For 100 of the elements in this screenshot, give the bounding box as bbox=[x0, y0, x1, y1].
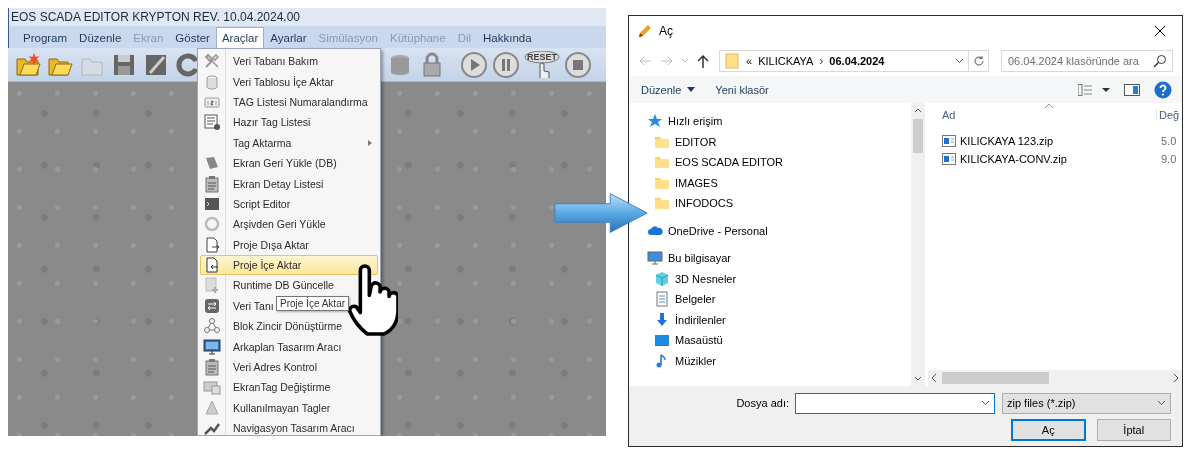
play-icon[interactable] bbox=[460, 50, 488, 79]
menu-item[interactable]: Veri Adres Kontrol bbox=[200, 356, 378, 378]
scrollbar-thumb[interactable] bbox=[942, 372, 1049, 384]
menu-item[interactable]: Göster bbox=[169, 27, 216, 48]
menu-item[interactable]: Proje Dışa Aktar bbox=[200, 234, 378, 255]
dialog-button[interactable]: İptal bbox=[1096, 419, 1171, 441]
vertical-scrollbar[interactable] bbox=[911, 103, 925, 386]
document-plus-icon bbox=[203, 276, 221, 295]
column-header[interactable]: Değ bbox=[1156, 108, 1182, 121]
document-icon bbox=[654, 291, 670, 308]
menu-item[interactable]: Kullanılmayan Tagler bbox=[200, 397, 378, 419]
clipboard-icon bbox=[203, 358, 221, 377]
nav-item[interactable]: Hızlı erişim bbox=[647, 111, 911, 132]
menu-item[interactable]: Arşivden Geri Yükle bbox=[200, 214, 378, 235]
menu-item[interactable]: Program bbox=[17, 27, 74, 48]
document-import-icon bbox=[203, 256, 221, 275]
chevron-down-icon bbox=[981, 400, 990, 406]
horizontal-scrollbar[interactable] bbox=[928, 370, 1182, 386]
menu-item[interactable]: Veri Tablosu İçe Aktar bbox=[200, 71, 378, 92]
command-button[interactable]: Yeni klasör bbox=[715, 83, 769, 96]
folder-icon bbox=[724, 53, 740, 69]
column-header[interactable]: Ad bbox=[942, 108, 1156, 121]
ring-icon bbox=[203, 215, 221, 234]
monitor-icon bbox=[647, 250, 663, 267]
nav-item[interactable]: EOS SCADA EDITOR bbox=[647, 152, 911, 173]
preview-pane-icon[interactable] bbox=[1124, 83, 1140, 96]
breadcrumb[interactable]: 06.04.2024 bbox=[829, 55, 885, 67]
breadcrumb[interactable]: KILICKAYA bbox=[758, 55, 814, 67]
help-icon[interactable] bbox=[1154, 80, 1172, 99]
menu-item[interactable]: Arkaplan Tasarım Aracı bbox=[200, 336, 378, 357]
nav-item[interactable]: 3D Nesneler bbox=[647, 268, 911, 289]
nav-item[interactable]: INFODOCS bbox=[647, 193, 911, 214]
table-cell-text: 5.0 bbox=[1161, 135, 1178, 147]
menu-item[interactable]: Araçlar bbox=[215, 27, 265, 48]
nav-item[interactable]: Müzikler bbox=[647, 350, 911, 371]
menu-item[interactable]: Ekran Geri Yükle (DB) bbox=[200, 152, 378, 174]
desktop-icon bbox=[654, 332, 670, 349]
folder-icon bbox=[654, 195, 670, 212]
command-button[interactable]: Düzenle bbox=[641, 83, 696, 96]
dialog-title: Aç bbox=[659, 24, 674, 38]
nav-item[interactable]: EDITOR bbox=[647, 131, 911, 152]
nav-item[interactable]: İndirilenler bbox=[647, 309, 911, 330]
chevron-down-icon bbox=[1157, 400, 1166, 406]
menu-item[interactable]: Script Editor bbox=[200, 193, 378, 215]
file-name-label: Dosya adı: bbox=[735, 397, 789, 409]
window-title: EOS SCADA EDITOR KRYPTON REV. 10.04.2024.00 bbox=[11, 10, 301, 24]
refresh-icon bbox=[972, 55, 985, 67]
close-icon bbox=[1154, 25, 1166, 37]
stop-icon[interactable] bbox=[564, 50, 592, 79]
nav-item[interactable]: IMAGES bbox=[647, 172, 911, 193]
swap-icon bbox=[203, 296, 221, 315]
menu-item[interactable]: Navigasyon Tasarım Aracı bbox=[200, 418, 378, 436]
nav-item[interactable]: Belgeler bbox=[647, 289, 911, 310]
pencil-icon bbox=[637, 23, 653, 39]
file-item[interactable]: KILICKAYA-CONV.zip bbox=[942, 153, 1161, 165]
database-icon bbox=[203, 72, 221, 91]
scroll-left-icon[interactable] bbox=[930, 373, 938, 383]
menu-item[interactable]: Hazır Tag Listesi bbox=[200, 112, 378, 133]
download-icon bbox=[654, 311, 670, 328]
screens-icon bbox=[203, 378, 221, 397]
scroll-right-icon[interactable] bbox=[1172, 373, 1180, 383]
menu-item[interactable]: Tag Aktarma bbox=[200, 132, 378, 153]
nav-item[interactable]: Masaüstü bbox=[647, 330, 911, 351]
menu-item[interactable]: Ayarlar bbox=[264, 27, 313, 48]
clipboard-icon bbox=[203, 174, 221, 193]
file-type-select[interactable]: zip files (*.zip) bbox=[1002, 392, 1171, 414]
zip-file-icon bbox=[942, 153, 956, 165]
menu-item[interactable]: Veri Tabanı Bakım bbox=[200, 51, 378, 72]
file-item[interactable]: KILICKAYA 123.zip bbox=[942, 135, 1161, 147]
address-bar[interactable]: « KILICKAYA › 06.04.2024 bbox=[719, 50, 969, 72]
tooltip: Proje İçe Aktar bbox=[276, 296, 350, 311]
menu-item[interactable]: Ekran Detay Listesi bbox=[200, 173, 378, 194]
search-field[interactable]: 06.04.2024 klasöründe ara bbox=[1001, 50, 1173, 72]
dialog-button[interactable]: Aç bbox=[1011, 419, 1086, 441]
view-options-icon[interactable] bbox=[1078, 83, 1110, 96]
zip-file-icon bbox=[942, 135, 956, 147]
menu-item[interactable]: TAG Listesi Numaralandırma bbox=[200, 91, 378, 113]
menu-item[interactable]: Düzenle bbox=[73, 27, 128, 48]
nav-item[interactable]: Bu bilgisayar bbox=[647, 248, 911, 269]
breadcrumb-overflow-button[interactable]: « bbox=[746, 55, 753, 67]
sort-caret-icon bbox=[1044, 103, 1054, 109]
recent-caret-icon[interactable] bbox=[681, 58, 689, 64]
monitor-icon bbox=[203, 337, 221, 356]
nodes-icon bbox=[203, 317, 221, 336]
menu-item[interactable]: Proje İçe Aktar bbox=[200, 254, 378, 276]
document-export-icon bbox=[203, 235, 221, 254]
refresh-button[interactable] bbox=[969, 50, 989, 72]
menu-item[interactable]: EkranTag Değiştirme bbox=[200, 377, 378, 398]
up-arrow-icon[interactable] bbox=[695, 53, 711, 69]
menu-item[interactable]: Hakkında bbox=[477, 27, 538, 48]
scrollbar-thumb[interactable] bbox=[913, 119, 923, 153]
star-icon bbox=[647, 113, 663, 130]
pause-icon[interactable] bbox=[492, 50, 520, 79]
cube-icon bbox=[654, 270, 670, 287]
file-name-field[interactable] bbox=[795, 392, 995, 414]
folder-icon bbox=[654, 154, 670, 171]
list-icon bbox=[203, 113, 221, 132]
chevron-down-icon bbox=[955, 58, 964, 64]
breadcrumb-separator: › bbox=[819, 54, 824, 68]
nav-item[interactable]: OneDrive - Personal bbox=[647, 220, 911, 241]
